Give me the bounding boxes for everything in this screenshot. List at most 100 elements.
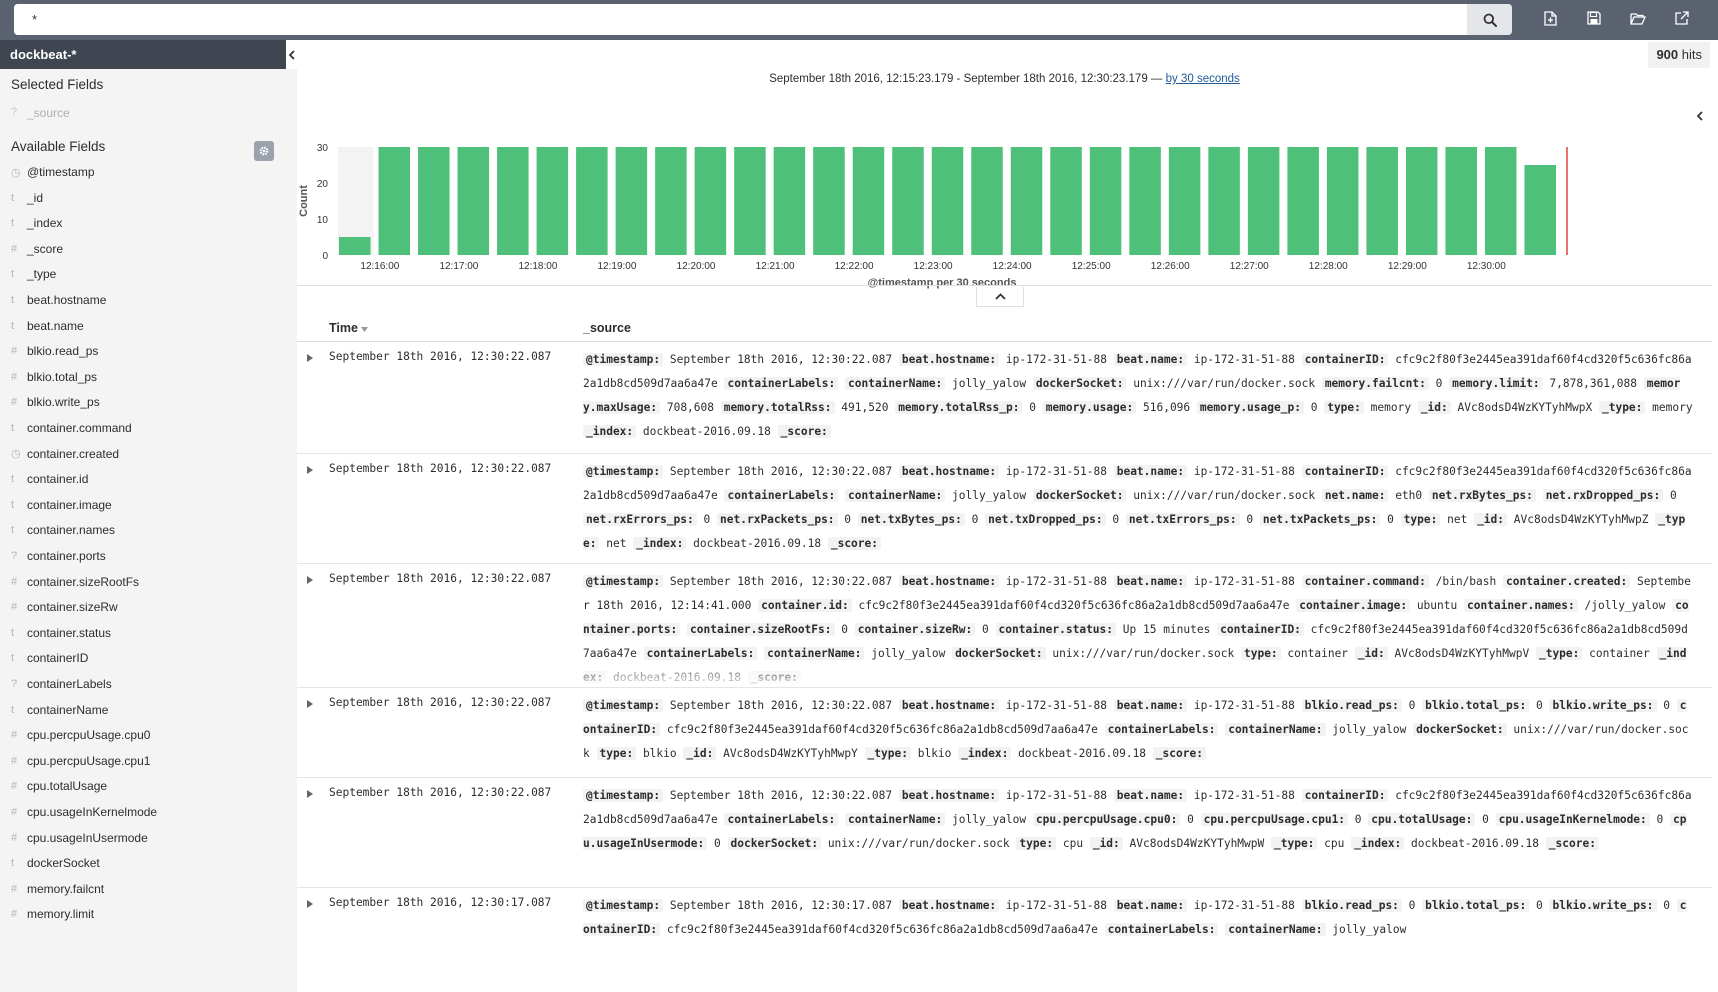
histogram-bar[interactable] — [576, 147, 608, 255]
field-item[interactable]: t _type — [11, 264, 56, 284]
column-time[interactable]: Time — [329, 321, 369, 335]
index-pattern-title[interactable]: dockbeat-* — [0, 40, 286, 69]
field-item[interactable]: # blkio.total_ps — [11, 367, 97, 387]
histogram-bar[interactable] — [378, 147, 411, 255]
field-item[interactable]: t container.status — [11, 623, 111, 643]
field-key: container.image: — [1296, 599, 1411, 612]
field-type-icon: t — [11, 473, 15, 486]
field-item[interactable]: # blkio.write_ps — [11, 392, 100, 412]
histogram-bar[interactable] — [694, 147, 727, 255]
field-item[interactable]: # cpu.totalUsage — [11, 776, 107, 796]
histogram-bar[interactable] — [1247, 147, 1280, 255]
histogram-bar[interactable] — [1208, 147, 1240, 255]
field-item[interactable]: # container.sizeRw — [11, 597, 118, 617]
histogram-bar[interactable] — [1129, 147, 1161, 255]
expand-row-button[interactable] — [305, 789, 315, 799]
field-type-icon: # — [11, 601, 18, 614]
histogram-bar[interactable] — [773, 147, 806, 255]
sort-desc-icon[interactable] — [361, 327, 369, 332]
histogram-bar[interactable] — [1366, 147, 1398, 255]
histogram-bar[interactable] — [1405, 147, 1438, 255]
histogram-bar[interactable] — [536, 147, 569, 255]
field-settings-button[interactable] — [254, 141, 274, 161]
field-item[interactable]: t container.id — [11, 469, 88, 489]
histogram-bar[interactable] — [892, 147, 924, 255]
field-item[interactable]: t containerID — [11, 648, 88, 668]
field-value: blkio — [642, 747, 677, 760]
histogram-bar[interactable] — [1445, 147, 1477, 255]
field-key: containerName: — [1225, 723, 1326, 736]
field-key: container.id: — [758, 599, 852, 612]
histogram-bar[interactable] — [852, 147, 885, 255]
save-search-button[interactable] — [1572, 0, 1616, 36]
field-item[interactable]: # cpu.usageInKernelmode — [11, 802, 157, 822]
histogram-bar[interactable] — [813, 147, 845, 255]
histogram-bar[interactable] — [457, 147, 490, 255]
field-item[interactable]: t container.names — [11, 520, 115, 540]
expand-row-button[interactable] — [305, 899, 315, 909]
field-item[interactable]: # blkio.read_ps — [11, 341, 98, 361]
histogram-bar[interactable] — [418, 147, 450, 255]
expand-row-button[interactable] — [305, 465, 315, 475]
field-item[interactable]: # _score — [11, 239, 63, 259]
selected-field-source[interactable]: ? _source — [11, 106, 70, 120]
histogram-bar[interactable] — [497, 147, 529, 255]
new-search-button[interactable] — [1528, 0, 1572, 36]
histogram-bar[interactable] — [1287, 147, 1319, 255]
chart-side-toggle[interactable] — [1689, 104, 1709, 128]
histogram-bar[interactable] — [1484, 147, 1517, 255]
field-item[interactable]: ? container.ports — [11, 546, 106, 566]
search-input[interactable] — [14, 4, 1467, 35]
field-key: _score: — [747, 671, 801, 684]
field-item[interactable]: t _id — [11, 188, 43, 208]
table-row[interactable]: September 18th 2016, 12:30:22.087 @timest… — [297, 454, 1712, 564]
open-search-button[interactable] — [1616, 0, 1660, 36]
field-item[interactable]: t container.image — [11, 495, 112, 515]
field-item[interactable]: t beat.name — [11, 316, 84, 336]
search-button[interactable] — [1467, 4, 1512, 35]
expand-row-button[interactable] — [305, 353, 315, 363]
field-item[interactable]: # cpu.percpuUsage.cpu0 — [11, 725, 150, 745]
field-item[interactable]: # container.sizeRootFs — [11, 572, 139, 592]
field-item[interactable]: # cpu.percpuUsage.cpu1 — [11, 751, 150, 771]
field-item[interactable]: t dockerSocket — [11, 853, 100, 873]
field-name: cpu.percpuUsage.cpu0 — [27, 728, 151, 743]
field-item[interactable]: ◷ @timestamp — [11, 162, 95, 182]
interval-link[interactable]: by 30 seconds — [1166, 73, 1240, 85]
field-value: unix:///var/run/docker.sock — [1133, 377, 1316, 390]
table-row[interactable]: September 18th 2016, 12:30:22.087 @timest… — [297, 564, 1712, 688]
table-row[interactable]: September 18th 2016, 12:30:22.087 @timest… — [297, 342, 1712, 454]
expand-row-button[interactable] — [305, 699, 315, 709]
histogram-bar[interactable] — [615, 147, 648, 255]
share-icon — [1675, 11, 1689, 25]
field-item[interactable]: # cpu.usageInUsermode — [11, 828, 148, 848]
collapse-chart-button[interactable] — [976, 287, 1024, 307]
histogram-bar[interactable] — [971, 147, 1003, 255]
field-item[interactable]: t containerName — [11, 700, 108, 720]
histogram-bar[interactable] — [1010, 147, 1043, 255]
histogram-bar[interactable] — [1050, 147, 1082, 255]
field-item[interactable]: t _index — [11, 213, 62, 233]
share-search-button[interactable] — [1660, 0, 1704, 36]
field-item[interactable]: # memory.limit — [11, 904, 94, 924]
histogram-bar[interactable] — [1326, 147, 1359, 255]
field-item[interactable]: ◷ container.created — [11, 444, 119, 464]
histogram-bar[interactable] — [1089, 147, 1122, 255]
histogram-bar[interactable] — [339, 237, 371, 255]
field-item[interactable]: t container.command — [11, 418, 132, 438]
histogram-bar[interactable] — [931, 147, 964, 255]
collapse-sidebar-button[interactable] — [286, 40, 297, 69]
caret-right-icon — [307, 900, 313, 908]
field-item[interactable]: t beat.hostname — [11, 290, 106, 310]
table-row[interactable]: September 18th 2016, 12:30:17.087 @timest… — [297, 888, 1712, 992]
table-row[interactable]: September 18th 2016, 12:30:22.087 @timest… — [297, 778, 1712, 888]
histogram-bar[interactable] — [734, 147, 766, 255]
histogram-bar[interactable] — [1168, 147, 1201, 255]
histogram-bar[interactable] — [1524, 165, 1556, 255]
field-item[interactable]: # memory.failcnt — [11, 879, 104, 899]
field-item[interactable]: ? containerLabels — [11, 674, 112, 694]
table-row[interactable]: September 18th 2016, 12:30:22.087 @timest… — [297, 688, 1712, 778]
expand-row-button[interactable] — [305, 575, 315, 585]
histogram-bar[interactable] — [655, 147, 687, 255]
field-key: @timestamp: — [583, 899, 664, 912]
